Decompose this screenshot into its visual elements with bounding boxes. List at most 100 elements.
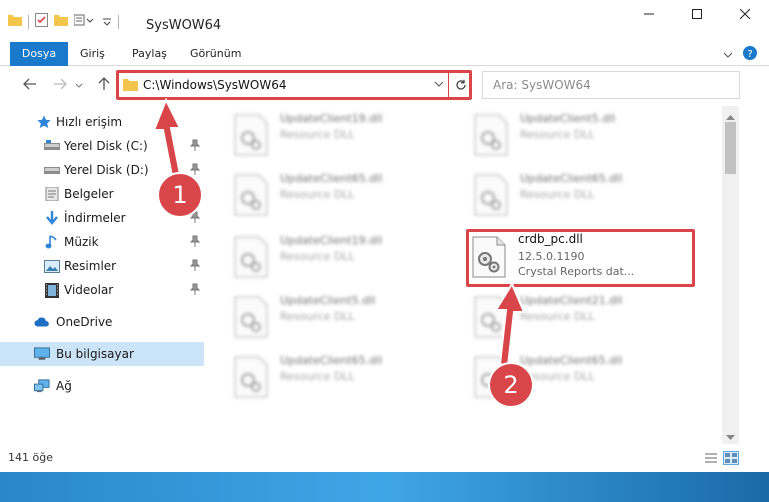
file-tile[interactable]: UpdateClient5.dll Resource DLL [206, 290, 436, 346]
scroll-down-icon[interactable] [726, 430, 735, 444]
minimize-button[interactable] [625, 0, 673, 30]
sidebar-item-downloads[interactable]: İndirmeler [0, 206, 204, 230]
pictures-icon [44, 258, 60, 274]
sidebar-item-drive-d[interactable]: Yerel Disk (D:) [0, 158, 204, 182]
dll-file-icon [234, 296, 268, 338]
svg-text:?: ? [747, 49, 752, 60]
maximize-icon [692, 8, 702, 22]
file-name: UpdateClient65.dll [520, 354, 623, 367]
pin-icon[interactable] [189, 235, 201, 250]
explorer-window: SysWOW64 Dosya Giriş Paylaş Görünüm ? C:… [0, 0, 769, 472]
pin-icon[interactable] [189, 211, 201, 226]
toolbar-divider [28, 14, 29, 29]
toolbar-divider [118, 14, 119, 29]
sidebar-item-quick-access[interactable]: Hızlı erişim [0, 110, 204, 134]
sidebar-item-label: Yerel Disk (D:) [64, 163, 149, 177]
chevron-down-icon[interactable] [102, 15, 112, 29]
sidebar-item-pictures[interactable]: Resimler [0, 254, 204, 278]
quick-access-toolbar [8, 13, 119, 30]
up-button[interactable] [94, 75, 114, 95]
sidebar-item-music[interactable]: Müzik [0, 230, 204, 254]
dll-file-icon [234, 174, 268, 216]
desktop-background [0, 472, 769, 502]
pin-icon[interactable] [189, 283, 201, 298]
network-icon [34, 378, 50, 394]
sidebar-item-label: Müzik [64, 235, 99, 249]
dll-file-icon [474, 114, 508, 156]
file-tile[interactable]: UpdateClient65.dll Resource DLL [206, 168, 436, 224]
file-tile[interactable]: UpdateClient19.dll Resource DLL [206, 108, 436, 164]
file-tile[interactable]: UpdateClient65.dll Resource DLL [446, 168, 676, 224]
new-folder-icon[interactable] [54, 14, 68, 29]
sidebar-item-label: Belgeler [64, 187, 114, 201]
tab-home[interactable]: Giriş [68, 42, 117, 66]
recent-locations-button[interactable] [72, 75, 86, 95]
back-button[interactable] [20, 75, 40, 95]
sidebar-item-label: Ağ [56, 379, 72, 393]
dll-file-icon [234, 236, 268, 278]
expand-ribbon-icon[interactable] [723, 48, 733, 62]
help-icon[interactable]: ? [743, 46, 757, 63]
tiles-view-icon [725, 453, 737, 463]
dll-file-icon [474, 356, 508, 398]
file-name: UpdateClient5.dll [520, 112, 616, 125]
close-button[interactable] [721, 0, 769, 30]
arrow-up-icon [98, 76, 110, 94]
tab-view[interactable]: Görünüm [178, 42, 253, 66]
sidebar-item-label: İndirmeler [64, 211, 126, 225]
folder-icon[interactable] [8, 14, 22, 29]
ribbon-right-controls: ? [723, 46, 757, 63]
search-box[interactable]: Ara: SysWOW64 [482, 71, 740, 99]
file-name: UpdateClient65.dll [280, 354, 383, 367]
scroll-up-icon[interactable] [726, 109, 735, 123]
sidebar-item-label: Bu bilgisayar [56, 347, 134, 361]
status-bar: 141 öğe [0, 444, 769, 472]
close-icon [739, 8, 751, 22]
sidebar-item-onedrive[interactable]: OneDrive [0, 310, 204, 334]
file-description: Resource DLL [520, 370, 595, 383]
file-annotation-box [466, 229, 695, 287]
sidebar-item-videos[interactable]: Videolar [0, 278, 204, 302]
file-name: UpdateClient65.dll [520, 172, 623, 185]
file-description: Resource DLL [280, 250, 355, 263]
file-tile[interactable]: UpdateClient65.dll Resource DLL [446, 350, 676, 406]
pin-icon[interactable] [189, 187, 201, 202]
file-description: Resource DLL [280, 128, 355, 141]
drive-icon [44, 162, 60, 178]
cloud-icon [34, 314, 50, 330]
customize-qat-icon[interactable] [73, 14, 96, 29]
scroll-thumb[interactable] [725, 122, 736, 174]
sidebar-item-label: Resimler [64, 259, 117, 273]
arrow-left-icon [23, 78, 37, 93]
pin-icon[interactable] [189, 163, 201, 178]
file-tile[interactable]: UpdateClient65.dll Resource DLL [206, 350, 436, 406]
computer-icon [34, 346, 50, 362]
details-view-icon [705, 453, 717, 463]
file-name: UpdateClient21.dll [520, 294, 623, 307]
pin-icon[interactable] [189, 139, 201, 154]
dll-file-icon [234, 356, 268, 398]
vertical-scrollbar[interactable] [722, 106, 739, 444]
pin-icon[interactable] [189, 259, 201, 274]
sidebar-item-drive-c[interactable]: Yerel Disk (C:) [0, 134, 204, 158]
file-tile[interactable]: UpdateClient21.dll Resource DLL [446, 290, 676, 346]
view-switcher [703, 451, 739, 465]
tab-share[interactable]: Paylaş [120, 42, 179, 66]
tab-file[interactable]: Dosya [10, 42, 68, 66]
file-name: UpdateClient19.dll [280, 112, 383, 125]
maximize-button[interactable] [673, 0, 721, 30]
sidebar-item-this-pc[interactable]: Bu bilgisayar [0, 342, 204, 366]
sidebar-item-network[interactable]: Ağ [0, 374, 204, 398]
properties-icon[interactable] [35, 13, 48, 30]
file-tile[interactable]: UpdateClient5.dll Resource DLL [446, 108, 676, 164]
tiles-view-button[interactable] [723, 451, 739, 465]
download-icon [44, 210, 60, 226]
file-description: Resource DLL [520, 128, 595, 141]
dll-file-icon [474, 296, 508, 338]
window-title: SysWOW64 [146, 18, 222, 33]
details-view-button[interactable] [703, 451, 719, 465]
file-tile[interactable]: UpdateClient19.dll Resource DLL [206, 230, 436, 286]
forward-button[interactable] [50, 75, 70, 95]
sidebar-item-documents[interactable]: Belgeler [0, 182, 204, 206]
dll-file-icon [234, 114, 268, 156]
